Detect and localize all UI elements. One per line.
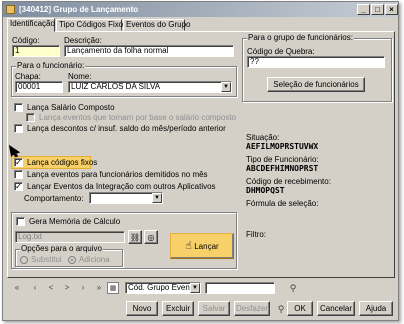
situacao-value: AEFILMOPRSTUVWX <box>246 142 319 151</box>
codigo-quebra-field[interactable]: ?? <box>247 56 385 68</box>
integracao-checkbox[interactable]: ✓ <box>14 182 23 191</box>
codigo-recebimento-value: DHMOPQST <box>246 186 285 195</box>
filtro-label: Filtro: <box>246 230 266 239</box>
tab-tipo-codigos-fixos[interactable]: Tipo Códigos Fixos <box>56 19 127 31</box>
last-record-button[interactable]: » <box>93 282 105 294</box>
salario-composto-label: Lança Salário Composto <box>27 103 115 112</box>
nome-label: Nome: <box>68 72 92 81</box>
search-field[interactable] <box>205 282 275 294</box>
memoria-label: Gera Memória de Cálculo <box>29 217 121 226</box>
opcoes-arquivo-group: Opções para o arquivo Substitui Adiciona <box>15 244 123 267</box>
salvar-button[interactable]: Salvar <box>198 301 230 316</box>
previous-record-button[interactable]: < <box>45 282 57 294</box>
find-icon[interactable]: ⚲ <box>275 303 287 315</box>
grupo-funcionarios-title: Para o grupo de funcionários: <box>247 33 354 42</box>
tab-panel: Código: 1 Descrição: Lançamento da folha… <box>7 31 395 278</box>
comportamento-label: Comportamento: <box>24 194 84 203</box>
codigos-fixos-checkbox[interactable]: ✓ <box>14 158 23 167</box>
app-icon <box>6 5 15 14</box>
dialog-window: [340412] Grupo de Lançamento _ □ × Ident… <box>2 1 399 321</box>
demitidos-checkbox[interactable] <box>14 170 23 179</box>
codigo-recebimento-label: Código de recebimento: <box>246 177 331 186</box>
grid-view-icon[interactable]: ▦ <box>107 282 119 294</box>
sort-value: Cód. Grupo Evento <box>128 283 197 292</box>
comportamento-combo[interactable]: ▼ <box>89 192 163 204</box>
close-button[interactable]: × <box>385 4 398 15</box>
sort-combo[interactable]: Cód. Grupo Evento ▼ <box>125 282 201 294</box>
tab-eventos-do-grupo[interactable]: Eventos do Grupo <box>123 19 190 31</box>
memoria-checkbox[interactable] <box>16 217 25 226</box>
opcoes-arquivo-title: Opções para o arquivo <box>20 244 103 253</box>
salario-composto-checkbox[interactable] <box>14 103 23 112</box>
navigation-bar: « ‹ < > › » ▦ Cód. Grupo Evento ▼ ⚲ <box>7 282 395 296</box>
ok-button[interactable]: OK <box>287 301 313 316</box>
previous-page-button[interactable]: ‹ <box>29 282 41 294</box>
demitidos-label: Lança eventos para funcionários demitido… <box>27 170 208 179</box>
descricao-label: Descrição: <box>64 36 102 45</box>
tab-identificacao[interactable]: Identificação <box>7 18 55 32</box>
codigo-label: Código: <box>12 36 40 45</box>
grupo-funcionarios-group: Para o grupo de funcionários: Código de … <box>242 33 392 102</box>
funcionario-group-title: Para o funcionário: <box>16 61 86 70</box>
first-record-button[interactable]: « <box>11 282 23 294</box>
eventos-base-checkbox[interactable] <box>26 113 35 122</box>
eventos-base-label: Lança eventos que tomam por base o salár… <box>39 113 237 122</box>
formula-selecao-label: Fórmula de seleção: <box>246 199 319 208</box>
hand-cursor-icon: ☝ <box>185 240 192 252</box>
nome-combo[interactable]: LUIZ CARLOS DA SILVA ▼ <box>68 81 232 93</box>
situacao-label: Situação: <box>246 133 280 142</box>
substitui-radio[interactable] <box>20 256 28 264</box>
tipo-funcionario-value: ABCDEFHIMNOPRST <box>246 164 319 173</box>
memoria-group: Gera Memória de Cálculo Log.txt ⛓ ◎ Opçõ… <box>11 212 237 269</box>
chapa-field[interactable]: 00001 <box>15 81 63 93</box>
codigos-fixos-label: Lança códigos fixos <box>27 158 98 167</box>
tipo-funcionario-label: Tipo de Funcionário: <box>246 155 319 164</box>
integracao-label: Lançar Eventos da Integração com outros … <box>27 182 216 191</box>
next-page-button[interactable]: › <box>77 282 89 294</box>
excluir-button[interactable]: Excluir <box>162 301 194 316</box>
desfazer-button[interactable]: Desfazer <box>234 301 270 316</box>
funcionario-group: Para o funcionário: Chapa: 00001 Nome: L… <box>11 61 237 97</box>
lancar-button[interactable]: ☝ Lançar <box>170 233 234 259</box>
cancelar-button[interactable]: Cancelar <box>317 301 355 316</box>
maximize-button[interactable]: □ <box>371 4 384 15</box>
chevron-down-icon[interactable]: ▼ <box>221 82 231 92</box>
log-file-field[interactable]: Log.txt <box>15 231 125 243</box>
nome-value: LUIZ CARLOS DA SILVA <box>71 82 161 91</box>
arrow-pointer-icon <box>9 144 21 158</box>
title-bar[interactable]: [340412] Grupo de Lançamento _ □ × <box>3 2 398 17</box>
descontos-label: Lança descontos c/ insuf. saldo do mês/p… <box>27 124 226 133</box>
binoculars-icon[interactable]: ⚲ <box>285 282 301 294</box>
selecao-funcionarios-button[interactable]: Seleção de funcionários <box>267 77 365 92</box>
adiciona-label: Adiciona <box>79 255 110 264</box>
next-record-button[interactable]: > <box>61 282 73 294</box>
descontos-checkbox[interactable] <box>14 124 23 133</box>
browse-icon[interactable]: ⛓ <box>128 230 142 244</box>
chevron-down-icon[interactable]: ▼ <box>190 283 200 293</box>
substitui-label: Substitui <box>31 255 62 264</box>
lancar-label: Lançar <box>194 242 219 251</box>
minimize-button[interactable]: _ <box>357 4 370 15</box>
chevron-down-icon[interactable]: ▼ <box>152 193 162 203</box>
novo-button[interactable]: Novo <box>126 301 158 316</box>
codigo-quebra-label: Código de Quebra: <box>247 47 315 56</box>
adiciona-radio[interactable] <box>68 256 76 264</box>
chapa-label: Chapa: <box>15 72 41 81</box>
view-icon[interactable]: ◎ <box>144 230 158 244</box>
window-title: [340412] Grupo de Lançamento <box>19 5 139 14</box>
ajuda-button[interactable]: Ajuda <box>359 301 393 316</box>
codigo-field[interactable]: 1 <box>12 45 60 57</box>
descricao-field[interactable]: Lançamento da folha normal <box>64 45 234 57</box>
